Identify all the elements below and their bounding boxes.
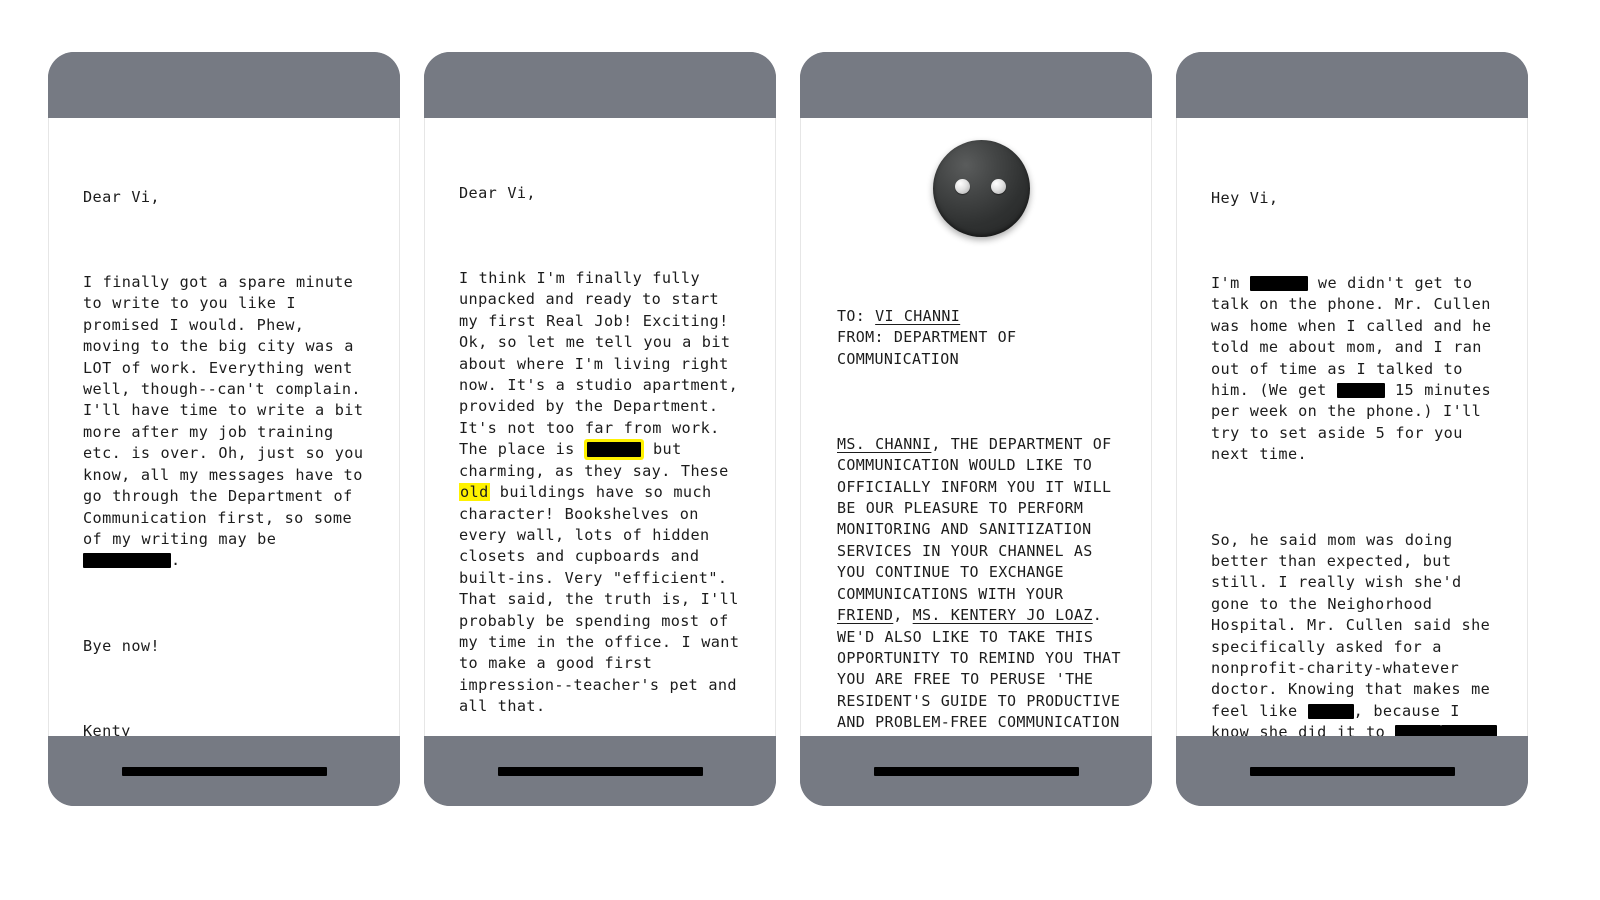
phone-4-bottom-bezel [1176, 736, 1528, 806]
seal-dot-left-icon [954, 179, 970, 194]
memo-link-contact-name[interactable]: MS. KENTERY JO LOAZ [913, 606, 1093, 624]
seal-container [837, 124, 1125, 263]
phone-3-screen[interactable]: TO: VI CHANNI FROM: DEPARTMENT OF COMMUNI… [800, 118, 1152, 736]
body-text-3: buildings have so much character! Booksh… [459, 483, 750, 716]
phone-1-letter: Dear Vi, I finally got a spare minute to… [83, 144, 369, 736]
phone-4-screen[interactable]: Hey Vi, I'm we didn't get to talk on the… [1176, 118, 1528, 736]
sign-off: Bye now! [83, 636, 160, 655]
memo-to-label: TO: [837, 306, 866, 325]
redaction-bar [1249, 276, 1308, 292]
redaction-bar [1395, 725, 1442, 736]
phone-2-bottom-bezel [424, 736, 776, 806]
letter-body-paragraph: I finally got a spare minute to write to… [83, 272, 369, 572]
home-indicator-bar[interactable] [497, 766, 703, 776]
body-text: I think I'm finally fully unpacked and r… [459, 269, 749, 459]
body-text-4: So, he said mom was doing better than ex… [1211, 530, 1501, 720]
phone-1-bottom-bezel [48, 736, 400, 806]
salutation: Dear Vi, [459, 183, 536, 202]
memo-text-3: . WE'D ALSO LIKE TO TAKE THIS OPPORTUNIT… [837, 606, 1121, 736]
home-indicator-bar[interactable] [121, 766, 327, 776]
phone-3-top-bezel [800, 52, 1152, 118]
phone-3-memo: TO: VI CHANNI FROM: DEPARTMENT OF COMMUNI… [837, 263, 1125, 736]
redaction-bar-highlighted [586, 442, 641, 458]
phone-4: Hey Vi, I'm we didn't get to talk on the… [1176, 52, 1528, 806]
memo-addressee: MS. CHANNI [837, 434, 932, 453]
phone-3-bottom-bezel [800, 736, 1152, 806]
redaction-bar [1441, 725, 1498, 736]
redaction-bar [83, 553, 171, 569]
memo-header: TO: VI CHANNI FROM: DEPARTMENT OF COMMUNI… [837, 306, 1125, 370]
memo-link-friend[interactable]: FRIEND [837, 606, 893, 624]
home-indicator-bar[interactable] [873, 766, 1079, 776]
phone-4-letter: Hey Vi, I'm we didn't get to talk on the… [1211, 145, 1499, 736]
phone-1-top-bezel [48, 52, 400, 118]
memo-text-2: , [893, 606, 913, 625]
department-seal-icon [932, 140, 1030, 237]
home-indicator-bar[interactable] [1249, 766, 1455, 776]
phone-4-top-bezel [1176, 52, 1528, 118]
salutation: Hey Vi, [1211, 188, 1279, 207]
letter-body-paragraph: I'm we didn't get to talk on the phone. … [1211, 273, 1499, 466]
salutation: Dear Vi, [83, 187, 160, 206]
phone-1: Dear Vi, I finally got a spare minute to… [48, 52, 400, 806]
highlighted-word: old [459, 483, 490, 502]
memo-text-1: , THE DEPARTMENT OF COMMUNICATION WOULD … [837, 434, 1122, 603]
phone-2-screen[interactable]: Dear Vi, I think I'm finally fully unpac… [424, 118, 776, 736]
memo-body: MS. CHANNI, THE DEPARTMENT OF COMMUNICAT… [837, 434, 1125, 736]
redaction-bar [1336, 383, 1385, 399]
signature: Kenty [83, 721, 131, 736]
body-text: I finally got a spare minute to write to… [83, 273, 374, 548]
memo-to-value: VI CHANNI [875, 306, 961, 325]
memo-from-label: FROM: [837, 328, 884, 347]
letter-body-paragraph-2: So, he said mom was doing better than ex… [1211, 530, 1501, 736]
phone-gallery: Dear Vi, I finally got a spare minute to… [0, 0, 1600, 900]
phone-2-letter: Dear Vi, I think I'm finally fully unpac… [459, 140, 745, 736]
phone-2: Dear Vi, I think I'm finally fully unpac… [424, 52, 776, 806]
body-text-1: I'm [1211, 274, 1250, 293]
phone-1-screen[interactable]: Dear Vi, I finally got a spare minute to… [48, 118, 400, 736]
phone-2-top-bezel [424, 52, 776, 118]
body-text-tail: . [171, 551, 181, 570]
redaction-bar [1307, 703, 1354, 719]
letter-body-paragraph: I think I'm finally fully unpacked and r… [459, 268, 745, 718]
phone-3: TO: VI CHANNI FROM: DEPARTMENT OF COMMUNI… [800, 52, 1152, 806]
seal-dot-right-icon [990, 179, 1006, 194]
